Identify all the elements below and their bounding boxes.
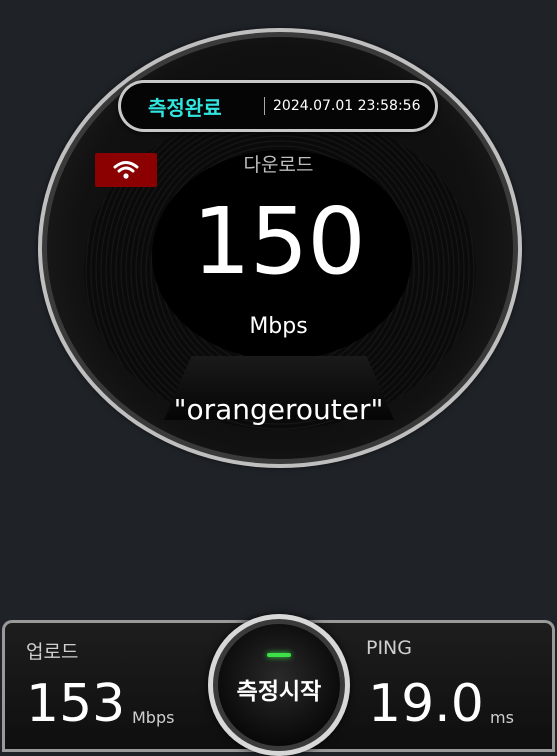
ping-label: PING bbox=[366, 637, 412, 659]
network-ssid: "orangerouter" bbox=[173, 393, 384, 426]
download-label: 다운로드 bbox=[243, 154, 314, 176]
download-speed-value: 150 bbox=[192, 188, 366, 295]
upload-speed-unit: Mbps bbox=[132, 708, 175, 727]
status-label: 측정완료 bbox=[148, 95, 222, 120]
status-pill: 측정완료 2024.07.01 23:58:56 bbox=[118, 80, 438, 132]
download-speed-unit: Mbps bbox=[249, 314, 308, 339]
start-test-button[interactable]: 측정시작 bbox=[208, 614, 350, 756]
ping-value: 19.0 bbox=[368, 674, 484, 734]
status-divider bbox=[264, 97, 265, 115]
upload-speed-value: 153 bbox=[26, 674, 126, 734]
start-test-label: 측정시작 bbox=[236, 679, 322, 705]
start-indicator-light bbox=[267, 653, 291, 657]
ping-unit: ms bbox=[490, 708, 514, 727]
upload-label: 업로드 bbox=[26, 641, 79, 663]
status-timestamp: 2024.07.01 23:58:56 bbox=[273, 98, 421, 114]
